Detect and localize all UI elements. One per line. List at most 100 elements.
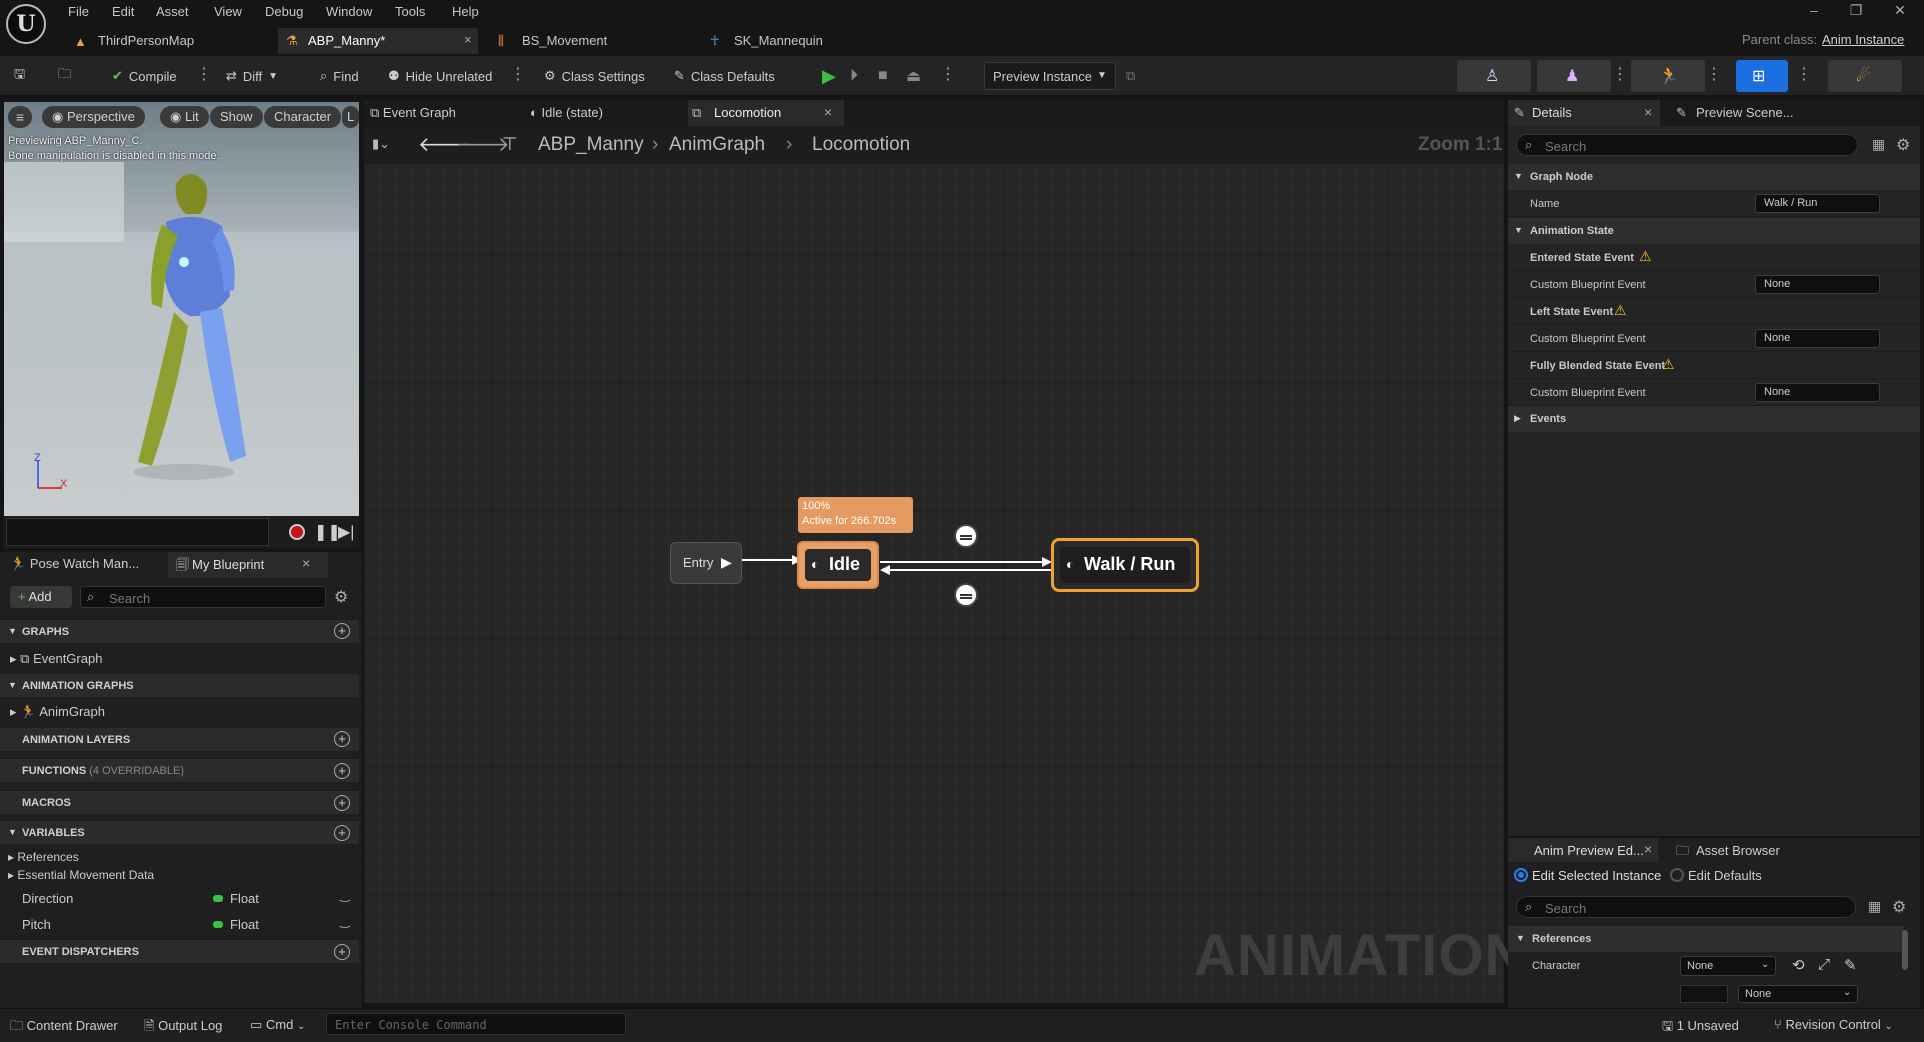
- class-defaults-button[interactable]: ✎ Class Defaults: [674, 64, 775, 88]
- menu-debug[interactable]: Debug: [265, 4, 303, 19]
- unreal-logo-icon[interactable]: U: [6, 4, 46, 44]
- add-graph-icon[interactable]: +: [334, 623, 350, 639]
- settings-gear-icon[interactable]: ⚙: [334, 587, 348, 607]
- settings-gear-icon[interactable]: ⚙: [1892, 897, 1906, 917]
- pause-icon[interactable]: ❚❚: [314, 522, 341, 542]
- add-function-icon[interactable]: +: [334, 763, 350, 779]
- scrollbar-thumb[interactable]: [1902, 930, 1908, 970]
- table-view-icon[interactable]: ▦: [1872, 136, 1885, 153]
- add-macro-icon[interactable]: +: [334, 795, 350, 811]
- tab-event-graph[interactable]: ⧉ Event Graph: [370, 100, 456, 126]
- preview-search-input[interactable]: ⌕ Search: [1516, 896, 1856, 918]
- section-animation-layers[interactable]: ANIMATION LAYERS: [0, 727, 359, 751]
- menu-tools[interactable]: Tools: [395, 4, 425, 19]
- play-options-icon[interactable]: ⋮: [940, 66, 956, 84]
- breadcrumb-locomotion[interactable]: Locomotion: [812, 134, 910, 156]
- revision-control-button[interactable]: ⑂ Revision Control ⌄: [1774, 1017, 1893, 1032]
- viewport-menu-icon[interactable]: ≡: [8, 106, 32, 128]
- close-icon[interactable]: ×: [1644, 104, 1652, 120]
- bookmark-icon[interactable]: ▮⌄: [372, 136, 390, 152]
- maximize-icon[interactable]: ❐: [1844, 2, 1868, 22]
- character-pill[interactable]: Character: [264, 106, 342, 128]
- add-button[interactable]: + Add: [10, 586, 72, 608]
- diff-button[interactable]: ⇄ Diff ▼: [226, 64, 278, 88]
- character-dropdown[interactable]: None ⌄: [1680, 956, 1776, 976]
- menu-help[interactable]: Help: [452, 4, 479, 19]
- find-button[interactable]: ⌕ Find: [320, 64, 359, 88]
- custom-event-field[interactable]: None: [1755, 329, 1880, 348]
- settings-gear-icon[interactable]: ⚙: [1896, 135, 1910, 155]
- step-icon[interactable]: ⏵: [850, 64, 858, 88]
- menu-view[interactable]: View: [214, 4, 242, 19]
- compile-button[interactable]: ✔ Compile: [112, 64, 177, 88]
- section-animation-state[interactable]: ▼ Animation State: [1508, 218, 1920, 244]
- entry-node[interactable]: Entry ▶: [670, 542, 742, 584]
- blueprint-mode-options-icon[interactable]: ⋮: [1796, 66, 1812, 84]
- mesh-mode-button[interactable]: ♟: [1537, 60, 1611, 92]
- play-icon[interactable]: ▶: [822, 64, 836, 88]
- blueprint-search-input[interactable]: ⌕ Search: [80, 586, 326, 608]
- perspective-pill[interactable]: ◉ Perspective: [42, 106, 145, 128]
- output-log-button[interactable]: 🗎 Output Log: [144, 1017, 222, 1039]
- section-macros[interactable]: MACROS: [0, 790, 359, 814]
- content-drawer-button[interactable]: 🗀 Content Drawer: [10, 1017, 118, 1039]
- menu-window[interactable]: Window: [326, 4, 372, 19]
- preview-field[interactable]: [1680, 985, 1728, 1003]
- visibility-icon[interactable]: ‿: [340, 914, 350, 928]
- close-icon[interactable]: ×: [1644, 841, 1652, 857]
- doc-tab-bs-movement[interactable]: ⫼ BS_Movement: [490, 28, 690, 54]
- lit-pill[interactable]: ◉ Lit: [160, 106, 209, 128]
- edit-selected-radio[interactable]: [1514, 868, 1528, 882]
- viewport-overflow-pill[interactable]: L: [342, 106, 359, 128]
- section-functions[interactable]: FUNCTIONS (4 OVERRIDABLE): [0, 758, 359, 782]
- animation-mode-options-icon[interactable]: ⋮: [1706, 66, 1722, 84]
- category-references[interactable]: ▸ References: [8, 850, 79, 864]
- step-forward-icon[interactable]: ▶|: [338, 522, 354, 542]
- doc-tab-abp-manny[interactable]: ⚗ ABP_Manny* ×: [278, 28, 478, 54]
- use-selected-icon[interactable]: ⟲: [1792, 956, 1805, 974]
- transition-rule-icon[interactable]: [954, 583, 978, 607]
- tab-locomotion[interactable]: ⧉ Locomotion ×: [688, 100, 844, 126]
- blueprint-mode-button[interactable]: ⊞: [1736, 60, 1788, 92]
- custom-event-field[interactable]: None: [1755, 275, 1880, 294]
- transition-rule-icon[interactable]: [954, 524, 978, 548]
- table-view-icon[interactable]: ▦: [1868, 898, 1881, 915]
- add-variable-icon[interactable]: +: [334, 825, 350, 841]
- breadcrumb-animgraph[interactable]: AnimGraph: [669, 134, 765, 156]
- preview-instance-dropdown[interactable]: Preview Instance ▼: [984, 62, 1116, 90]
- show-pill[interactable]: Show: [210, 106, 263, 128]
- walk-run-state-node[interactable]: ◐ Walk / Run: [1051, 538, 1199, 592]
- menu-edit[interactable]: Edit: [112, 4, 134, 19]
- physics-mode-button[interactable]: ☄: [1828, 60, 1902, 92]
- cmd-dropdown[interactable]: ▭ Cmd ⌄: [250, 1017, 305, 1033]
- record-icon[interactable]: [289, 524, 305, 540]
- close-icon[interactable]: ×: [464, 32, 472, 47]
- tab-idle-state[interactable]: ◐ Idle (state): [530, 100, 603, 126]
- skeleton-mode-button[interactable]: ♙: [1457, 60, 1531, 92]
- tab-asset-browser[interactable]: 🗀 Asset Browser: [1672, 838, 1802, 862]
- breadcrumb-abp-manny[interactable]: ABP_Manny: [538, 134, 644, 156]
- compile-options-icon[interactable]: ⋮: [196, 66, 212, 84]
- preview-dropdown[interactable]: None ⌄: [1738, 985, 1858, 1003]
- hide-options-icon[interactable]: ⋮: [510, 66, 526, 84]
- section-event-dispatchers[interactable]: EVENT DISPATCHERS: [0, 939, 359, 963]
- details-search-input[interactable]: ⌕ Search: [1516, 134, 1858, 156]
- animation-mode-button[interactable]: 🏃: [1631, 60, 1705, 92]
- tree-eventgraph[interactable]: ▸ ⧉ EventGraph: [10, 651, 102, 667]
- variable-row[interactable]: Direction Float ‿: [0, 888, 359, 910]
- tree-animgraph[interactable]: ▸ 🏃 AnimGraph: [10, 704, 105, 720]
- doc-tab-sk-mannequin[interactable]: ☥ SK_Mannequin: [702, 28, 902, 54]
- menu-asset[interactable]: Asset: [156, 4, 189, 19]
- browse-asset-icon[interactable]: ⤢: [1818, 956, 1830, 973]
- close-window-icon[interactable]: ✕: [1888, 2, 1912, 22]
- section-events[interactable]: ▶ Events: [1508, 406, 1920, 432]
- tab-anim-preview-editor[interactable]: Anim Preview Ed... ×: [1508, 838, 1658, 862]
- tab-pose-watch[interactable]: 🏃 Pose Watch Man...: [10, 556, 170, 578]
- class-settings-button[interactable]: ⚙ Class Settings: [544, 64, 645, 88]
- eject-icon[interactable]: ⏏: [906, 64, 921, 88]
- edit-defaults-radio[interactable]: [1670, 868, 1684, 882]
- variable-row[interactable]: Pitch Float ‿: [0, 914, 359, 936]
- hide-unrelated-button[interactable]: ⚉ Hide Unrelated: [388, 64, 492, 88]
- picker-icon[interactable]: ✎: [1844, 956, 1857, 974]
- save-button[interactable]: 🖫: [14, 64, 25, 88]
